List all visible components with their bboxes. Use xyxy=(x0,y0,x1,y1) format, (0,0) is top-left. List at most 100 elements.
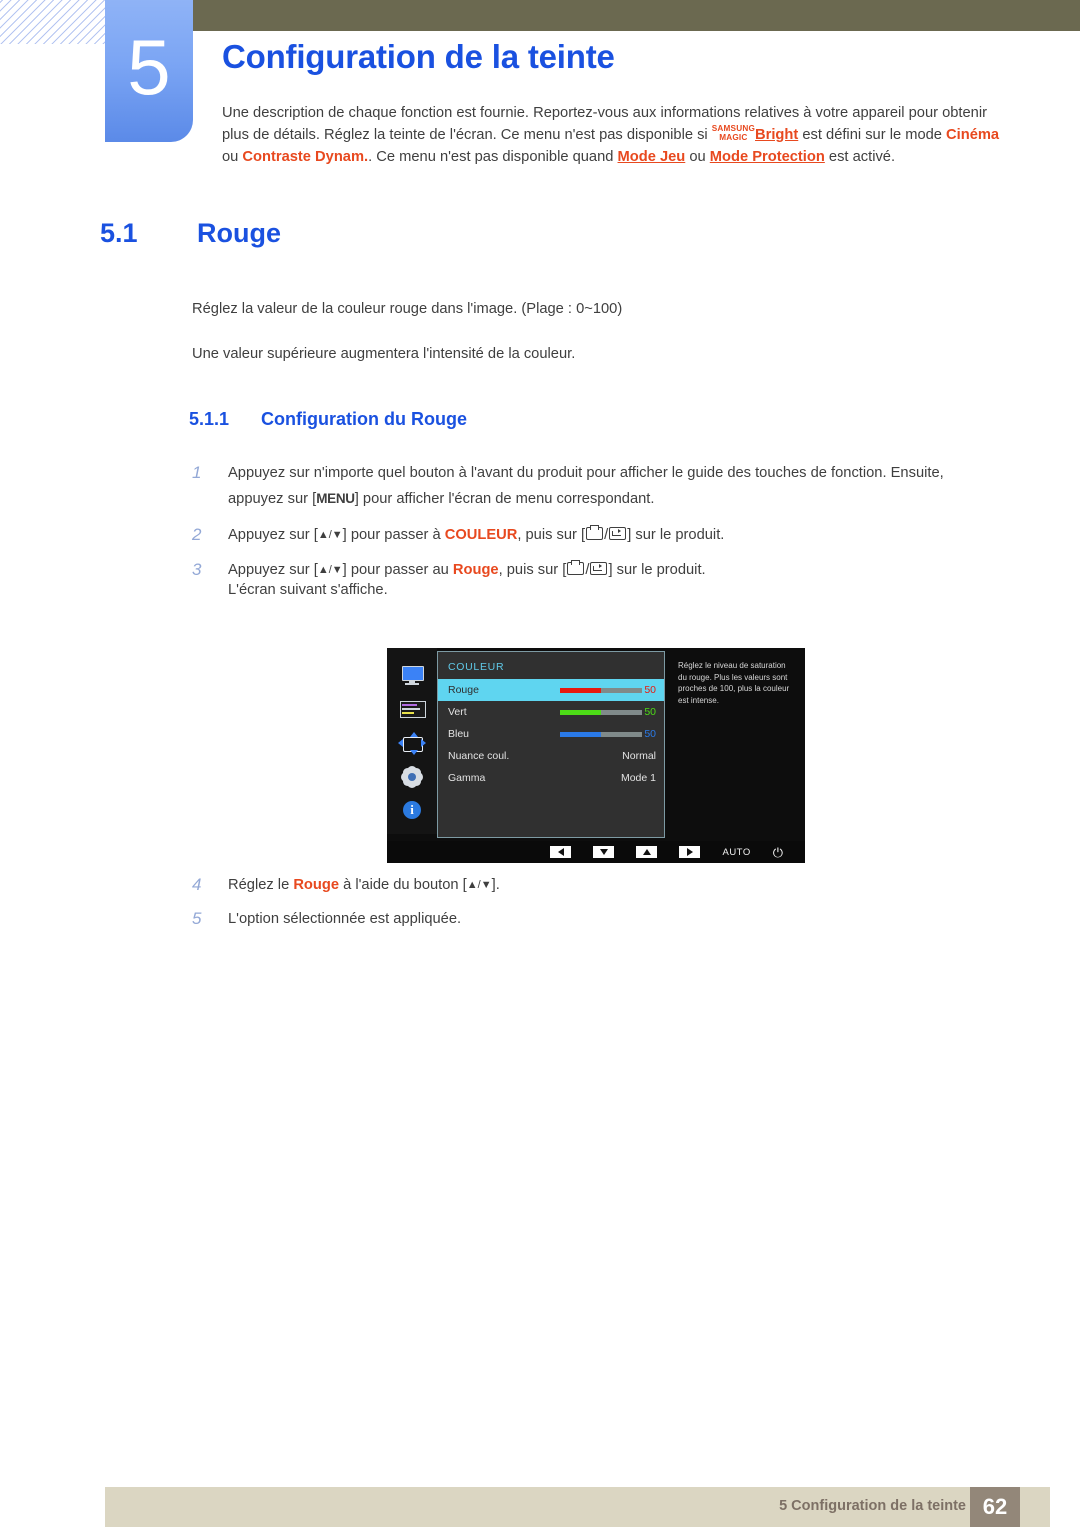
step-1-number: 1 xyxy=(192,463,202,482)
step-2: 2 Appuyez sur [▲/▼] pour passer à COULEU… xyxy=(192,522,982,548)
step-1: 1 Appuyez sur n'importe quel bouton à l'… xyxy=(192,460,982,512)
step-3-text-a: Appuyez sur [ xyxy=(228,562,318,578)
decorative-hatch-pattern xyxy=(0,0,112,44)
enter-button-icon xyxy=(590,562,608,575)
osd-row-label: Bleu xyxy=(448,728,470,740)
step-4-text-a: Réglez le xyxy=(228,877,294,893)
step-4-number: 4 xyxy=(192,875,202,894)
osd-row-gamma[interactable]: Gamma Mode 1 xyxy=(438,767,664,789)
osd-row-bleu[interactable]: Bleu 50 xyxy=(438,723,664,745)
step-5: 5 L'option sélectionnée est appliquée. xyxy=(192,906,982,932)
osd-row-value: Normal xyxy=(622,750,656,762)
position-arrows-icon[interactable] xyxy=(398,731,426,755)
osd-category-title: COULEUR xyxy=(448,661,505,673)
keyword-couleur: COULEUR xyxy=(444,527,518,543)
step-2-text-c: , puis sur [ xyxy=(517,527,586,543)
osd-row-label: Gamma xyxy=(448,772,486,784)
osd-up-button[interactable] xyxy=(636,846,658,858)
keyword-cinema: Cinéma xyxy=(946,126,1000,143)
up-down-arrows-icon: ▲/▼ xyxy=(317,529,343,541)
osd-menu-panel: COULEUR Rouge 50 Vert 50 Bleu 50 Nuance … xyxy=(437,651,665,838)
footer-chapter-label: 5 Configuration de la teinte xyxy=(779,1498,966,1514)
step-2-text-a: Appuyez sur [ xyxy=(228,527,318,543)
subsection-number: 5.1.1 xyxy=(189,409,230,429)
osd-slider-track[interactable] xyxy=(560,710,642,715)
step-2-text: Appuyez sur [▲/▼] pour passer à COULEUR,… xyxy=(228,522,982,548)
intro-text-part-2: est défini sur le mode xyxy=(798,126,947,143)
header-olive-bar xyxy=(193,0,1080,31)
osd-row-label: Rouge xyxy=(448,684,479,696)
section-number: 5.1 xyxy=(100,218,138,248)
intro-text-part-6: est activé. xyxy=(824,148,896,165)
step-4-text-c: ]. xyxy=(491,877,500,893)
chapter-intro-paragraph: Une description de chaque fonction est f… xyxy=(222,103,1002,168)
step-5-text: L'option sélectionnée est appliquée. xyxy=(228,911,462,927)
source-button-icon xyxy=(586,524,604,540)
osd-screenshot: i COULEUR Rouge 50 Vert 50 Bleu 50 Nuanc… xyxy=(387,648,805,863)
info-icon[interactable]: i xyxy=(398,800,426,822)
keyword-mode-protection: Mode Protection xyxy=(709,148,825,165)
osd-row-value: 50 xyxy=(644,706,656,718)
step-2-text-b: ] pour passer à xyxy=(342,527,445,543)
monitor-icon[interactable] xyxy=(398,665,426,687)
osd-auto-button[interactable]: AUTO xyxy=(722,847,750,858)
step-3-text: Appuyez sur [▲/▼] pour passer au Rouge, … xyxy=(228,557,982,583)
intro-text-part-5: ou xyxy=(685,148,710,165)
intro-text-part-3: ou xyxy=(222,148,243,165)
chapter-title: Configuration de la teinte xyxy=(222,38,615,75)
keyword-bright: Bright xyxy=(755,126,799,143)
subsection-heading: 5.1.1 Configuration du Rouge xyxy=(189,409,467,430)
color-sliders-icon[interactable] xyxy=(398,699,426,721)
osd-slider-fill xyxy=(560,688,601,693)
step-1-text: Appuyez sur n'importe quel bouton à l'av… xyxy=(228,460,982,512)
menu-key-label: MENU xyxy=(316,491,355,506)
osd-sidebar: i xyxy=(387,648,437,834)
step-3: 3 Appuyez sur [▲/▼] pour passer au Rouge… xyxy=(192,557,982,583)
osd-down-button[interactable] xyxy=(593,846,615,858)
osd-row-nuance-coul[interactable]: Nuance coul. Normal xyxy=(438,745,664,767)
step-3-text-d: ] sur le produit. xyxy=(608,562,706,578)
magic-bottom-label: MAGIC xyxy=(719,132,748,142)
osd-button-bar: AUTO ⏻ xyxy=(387,841,805,863)
section-title: Rouge xyxy=(197,218,281,248)
step-3-text-b: ] pour passer au xyxy=(342,562,453,578)
intro-text-part-4: . Ce menu n'est pas disponible quand xyxy=(368,148,618,165)
osd-row-vert[interactable]: Vert 50 xyxy=(438,701,664,723)
osd-row-value: 50 xyxy=(644,684,656,696)
osd-slider-track[interactable] xyxy=(560,688,642,693)
section-paragraph-1: Réglez la valeur de la couleur rouge dan… xyxy=(192,301,623,317)
keyword-rouge: Rouge xyxy=(293,877,340,893)
step-3-text-c: , puis sur [ xyxy=(498,562,567,578)
step-2-text-d: ] sur le produit. xyxy=(627,527,725,543)
step-3-note: L'écran suivant s'affiche. xyxy=(228,582,388,598)
gear-icon[interactable] xyxy=(398,766,426,788)
keyword-mode-jeu: Mode Jeu xyxy=(617,148,686,165)
osd-row-value: 50 xyxy=(644,728,656,740)
page-footer: 5 Configuration de la teinte 62 xyxy=(105,1487,1050,1527)
step-2-number: 2 xyxy=(192,525,202,544)
osd-slider-track[interactable] xyxy=(560,732,642,737)
osd-slider-fill xyxy=(560,710,601,715)
step-5-number: 5 xyxy=(192,909,202,928)
osd-row-label: Nuance coul. xyxy=(448,750,510,762)
step-4-text-b: à l'aide du bouton [ xyxy=(339,877,467,893)
osd-slider-fill xyxy=(560,732,601,737)
section-paragraph-2: Une valeur supérieure augmentera l'inten… xyxy=(192,346,576,362)
osd-row-value: Mode 1 xyxy=(620,772,656,784)
section-heading: 5.1 Rouge xyxy=(100,218,281,249)
chapter-number-tab: 5 xyxy=(105,0,193,142)
osd-right-button[interactable] xyxy=(679,846,701,858)
osd-row-label: Vert xyxy=(448,706,467,718)
keyword-rouge: Rouge xyxy=(452,562,499,578)
page-number: 62 xyxy=(970,1487,1020,1527)
power-icon[interactable]: ⏻ xyxy=(773,846,783,859)
samsung-magic-logo: SAMSUNG MAGIC xyxy=(712,125,755,142)
step-4-text: Réglez le Rouge à l'aide du bouton [▲/▼]… xyxy=(228,872,982,898)
up-down-arrows-icon: ▲/▼ xyxy=(317,564,343,576)
step-1-text-b: ] pour afficher l'écran de menu correspo… xyxy=(354,491,655,507)
source-button-icon xyxy=(567,559,585,575)
osd-left-button[interactable] xyxy=(550,846,572,858)
step-3-number: 3 xyxy=(192,560,202,579)
enter-button-icon xyxy=(609,527,627,540)
osd-row-rouge[interactable]: Rouge 50 xyxy=(438,679,664,701)
